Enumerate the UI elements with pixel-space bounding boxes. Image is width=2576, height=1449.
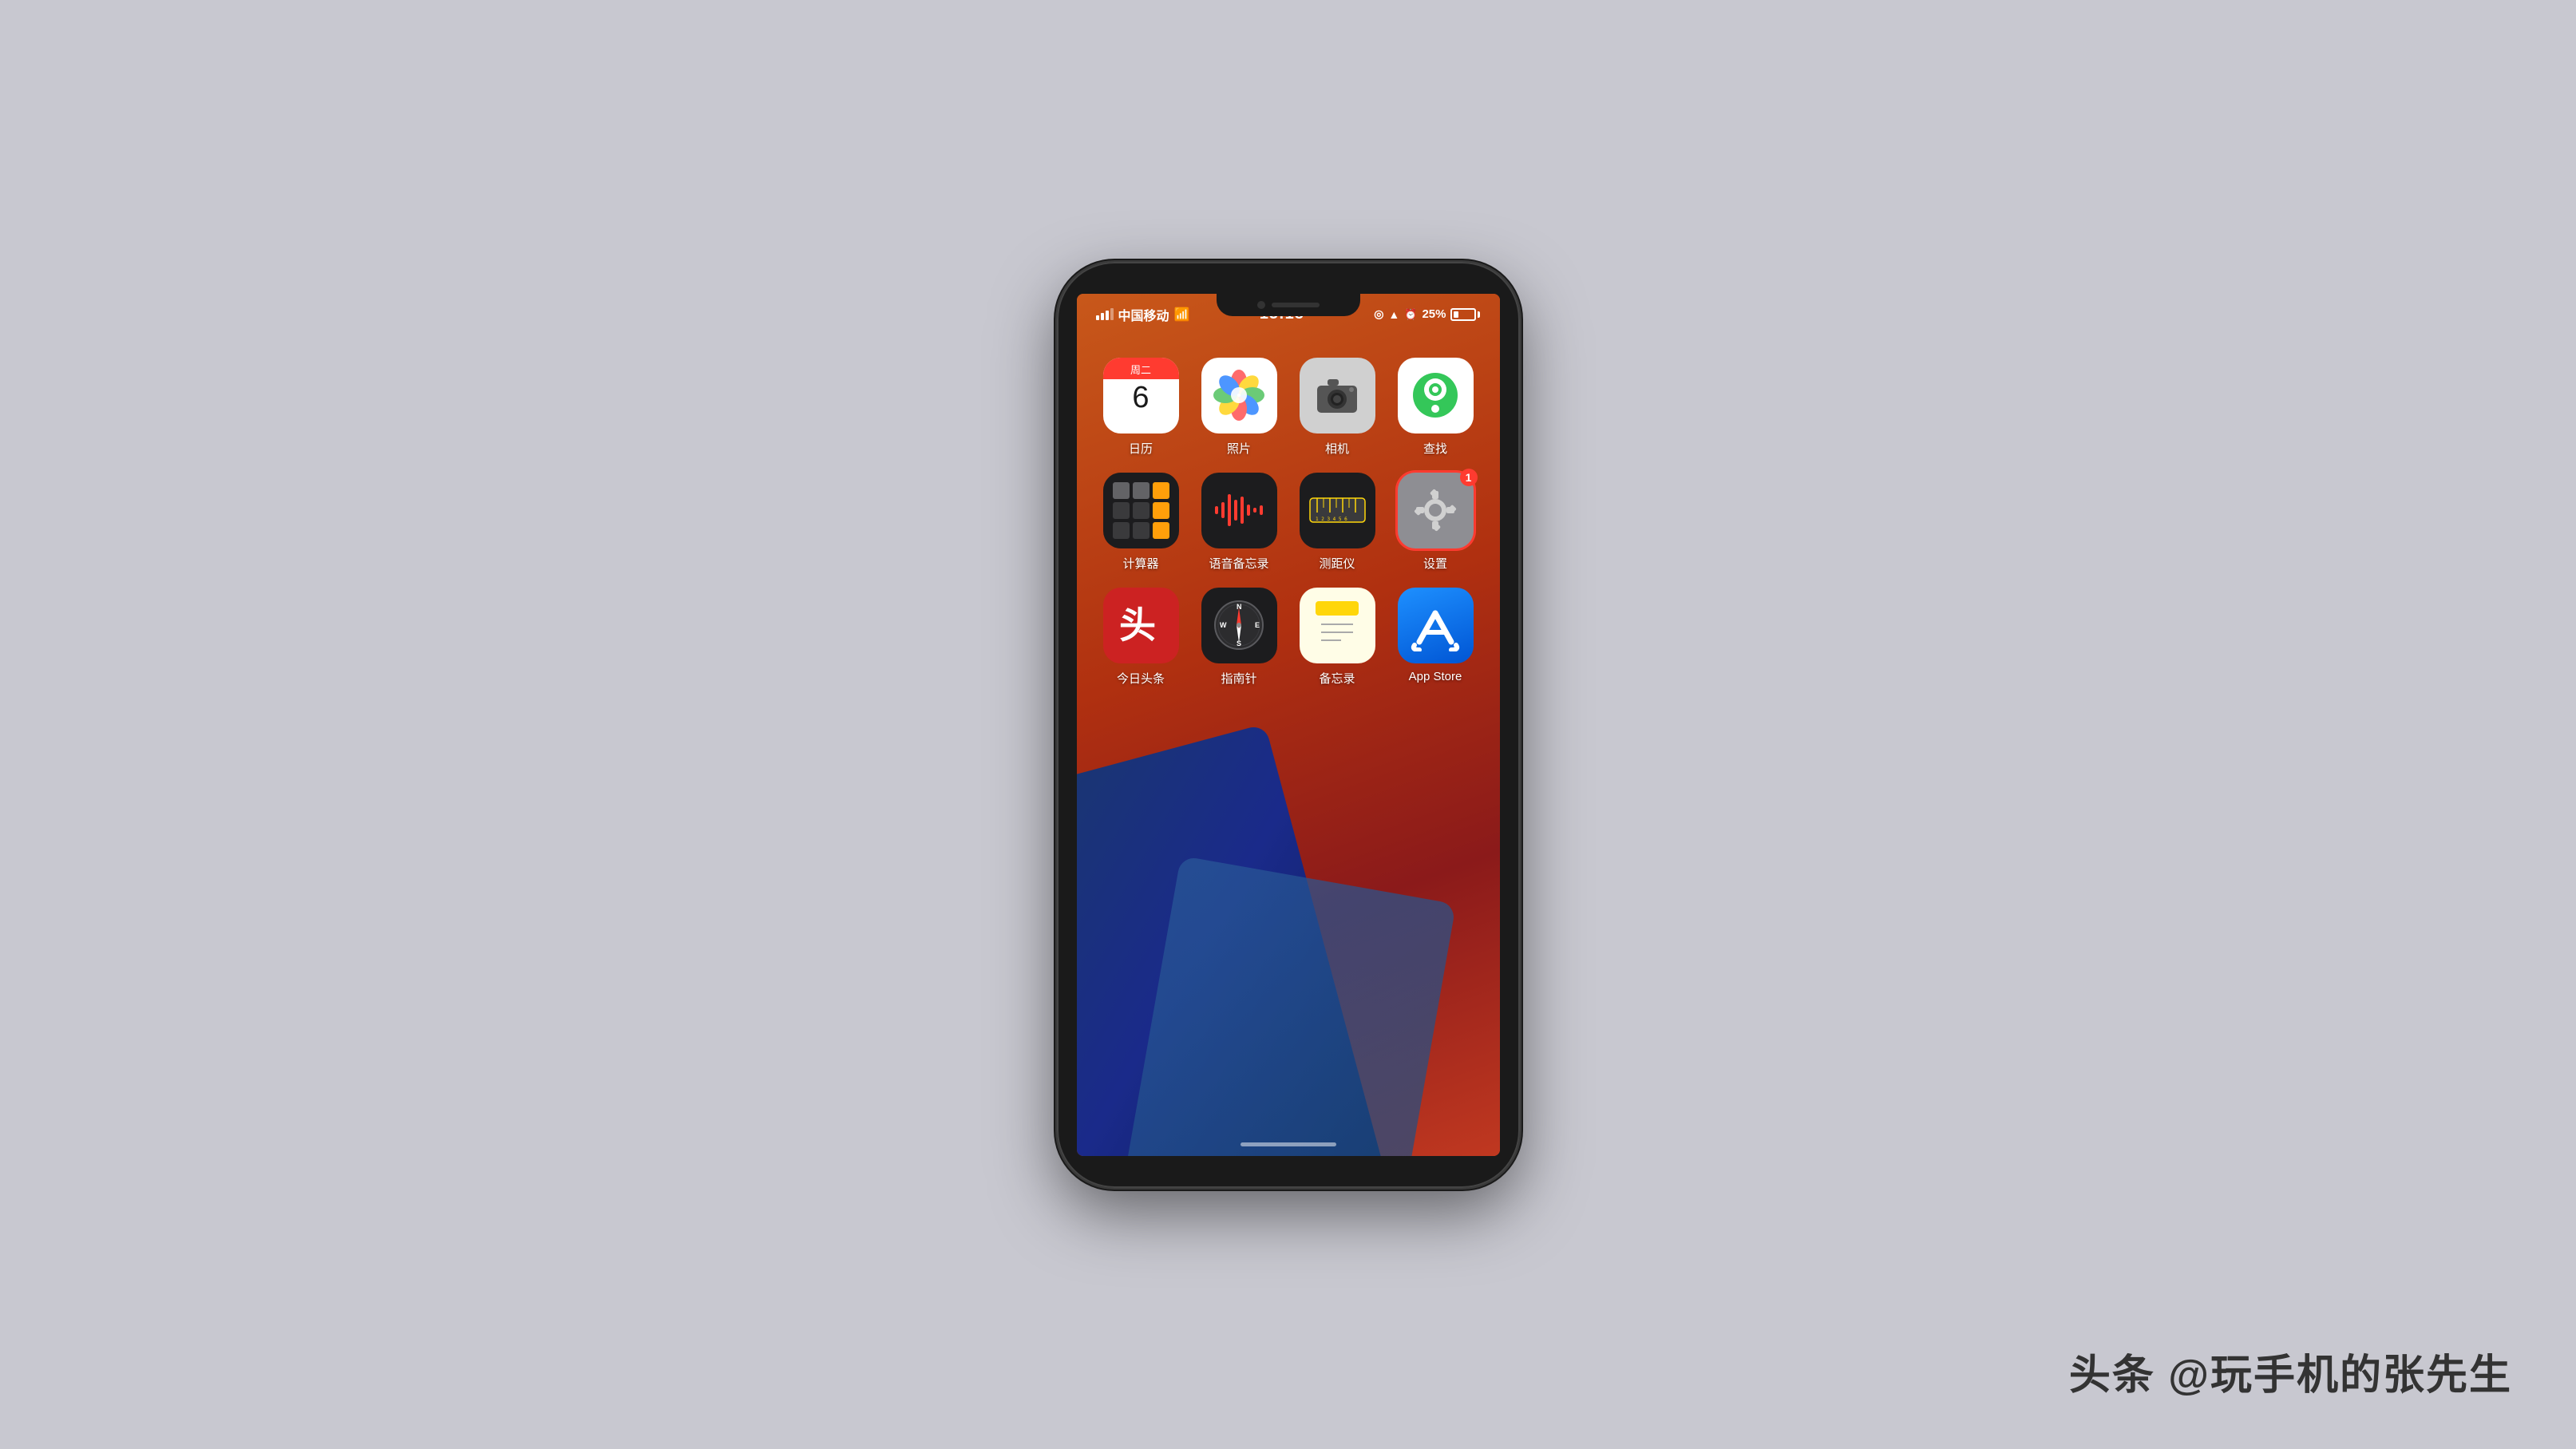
calculator-label: 计算器 [1122, 555, 1158, 572]
camera-icon [1300, 358, 1375, 434]
measure-icon: 1 2 3 4 5 6 [1300, 473, 1375, 548]
alarm-icon: ⏰ [1404, 308, 1417, 321]
battery-icon [1450, 308, 1480, 321]
compass-icon-wrapper: N S W E [1201, 588, 1277, 663]
svg-text:头: 头 [1119, 605, 1156, 646]
app-compass[interactable]: N S W E 指南针 [1194, 588, 1284, 687]
calculator-icon [1103, 473, 1179, 548]
status-left: 中国移动 📶 [1096, 305, 1190, 324]
signal-bar-3 [1106, 311, 1109, 320]
find-label: 查找 [1423, 440, 1447, 457]
signal-bar-2 [1101, 313, 1104, 320]
app-find[interactable]: 查找 [1391, 358, 1481, 457]
toutiao-svg: 头 [1113, 601, 1169, 649]
measure-label: 测距仪 [1319, 555, 1355, 572]
watermark: 头条 @玩手机的张先生 [2069, 1341, 2512, 1401]
notes-icon-wrapper [1300, 588, 1375, 663]
compass-svg: N S W E [1210, 596, 1268, 654]
toutiao-icon: 头 [1103, 588, 1179, 663]
calculator-icon-wrapper [1103, 473, 1179, 548]
calendar-icon-wrapper: 周二 6 [1103, 358, 1179, 434]
signal-bar-4 [1110, 308, 1114, 320]
calendar-icon: 周二 6 [1103, 358, 1179, 434]
calendar-day: 周二 [1103, 358, 1179, 379]
voice-icon [1201, 473, 1277, 548]
voice-icon-wrapper [1201, 473, 1277, 548]
app-notes[interactable]: 备忘录 [1292, 588, 1383, 687]
toutiao-label: 今日头条 [1117, 670, 1165, 687]
svg-text:1 2 3 4 5 6: 1 2 3 4 5 6 [1316, 517, 1347, 522]
calc-btn-3 [1153, 482, 1169, 499]
find-svg [1407, 367, 1463, 423]
app-camera[interactable]: 相机 [1292, 358, 1383, 457]
app-calendar[interactable]: 周二 6 日历 [1096, 358, 1186, 457]
calc-btn-4 [1113, 502, 1130, 519]
signal-bar-1 [1096, 315, 1099, 320]
svg-text:E: E [1255, 621, 1260, 629]
measure-svg: 1 2 3 4 5 6 [1308, 490, 1367, 530]
app-photos[interactable]: 照片 [1194, 358, 1284, 457]
appstore-label: App Store [1409, 670, 1462, 683]
calc-btn-5 [1133, 502, 1150, 519]
app-appstore[interactable]: App Store [1391, 588, 1481, 687]
settings-badge: 1 [1460, 469, 1478, 486]
notes-icon [1300, 588, 1375, 663]
app-settings[interactable]: 1 设置 [1391, 473, 1481, 572]
compass-label: 指南针 [1221, 670, 1256, 687]
notes-label: 备忘录 [1319, 670, 1355, 687]
calendar-label: 日历 [1129, 440, 1153, 457]
settings-gear-svg [1411, 485, 1460, 535]
photos-flower-svg [1211, 367, 1267, 423]
appstore-svg [1410, 600, 1462, 651]
phone-shell: 中国移动 📶 13:18 ◎ ▲ ⏰ 25% [1057, 262, 1520, 1188]
signal-icon [1096, 308, 1114, 320]
calc-btn-7 [1113, 522, 1130, 539]
voice-svg [1211, 490, 1267, 530]
photos-icon [1201, 358, 1277, 434]
notch [1217, 294, 1360, 316]
find-icon-wrapper [1398, 358, 1474, 434]
home-indicator[interactable] [1241, 1142, 1336, 1146]
voice-label: 语音备忘录 [1209, 555, 1268, 572]
wifi-icon: 📶 [1174, 307, 1190, 323]
phone-screen: 中国移动 📶 13:18 ◎ ▲ ⏰ 25% [1077, 294, 1500, 1156]
photos-label: 照片 [1227, 440, 1251, 457]
speaker-grille [1272, 303, 1320, 307]
calc-btn-6 [1153, 502, 1169, 519]
svg-text:W: W [1220, 621, 1227, 629]
toutiao-icon-wrapper: 头 [1103, 588, 1179, 663]
appstore-icon-wrapper [1398, 588, 1474, 663]
calc-btn-1 [1113, 482, 1130, 499]
app-toutiao[interactable]: 头 今日头条 [1096, 588, 1186, 687]
calendar-date: 6 [1132, 382, 1149, 413]
settings-icon-wrapper: 1 [1398, 473, 1474, 548]
settings-label: 设置 [1423, 555, 1447, 572]
find-icon [1398, 358, 1474, 434]
compass-icon: N S W E [1201, 588, 1277, 663]
calc-btn-9 [1153, 522, 1169, 539]
notes-svg [1309, 597, 1365, 653]
camera-svg [1313, 374, 1361, 418]
status-right: ◎ ▲ ⏰ 25% [1374, 307, 1480, 321]
measure-icon-wrapper: 1 2 3 4 5 6 [1300, 473, 1375, 548]
app-grid: 周二 6 日历 [1077, 342, 1500, 703]
appstore-icon [1398, 588, 1474, 663]
photos-icon-wrapper [1201, 358, 1277, 434]
camera-label: 相机 [1325, 440, 1349, 457]
battery-percent: 25% [1422, 307, 1446, 321]
calc-btn-8 [1133, 522, 1150, 539]
camera-icon-wrapper [1300, 358, 1375, 434]
app-measure[interactable]: 1 2 3 4 5 6 测距仪 [1292, 473, 1383, 572]
direction-icon: ▲ [1388, 308, 1399, 321]
app-calculator[interactable]: 计算器 [1096, 473, 1186, 572]
location-icon: ◎ [1374, 307, 1383, 321]
carrier-name: 中国移动 [1118, 305, 1169, 324]
app-voice[interactable]: 语音备忘录 [1194, 473, 1284, 572]
front-camera [1257, 301, 1265, 309]
calc-btn-2 [1133, 482, 1150, 499]
